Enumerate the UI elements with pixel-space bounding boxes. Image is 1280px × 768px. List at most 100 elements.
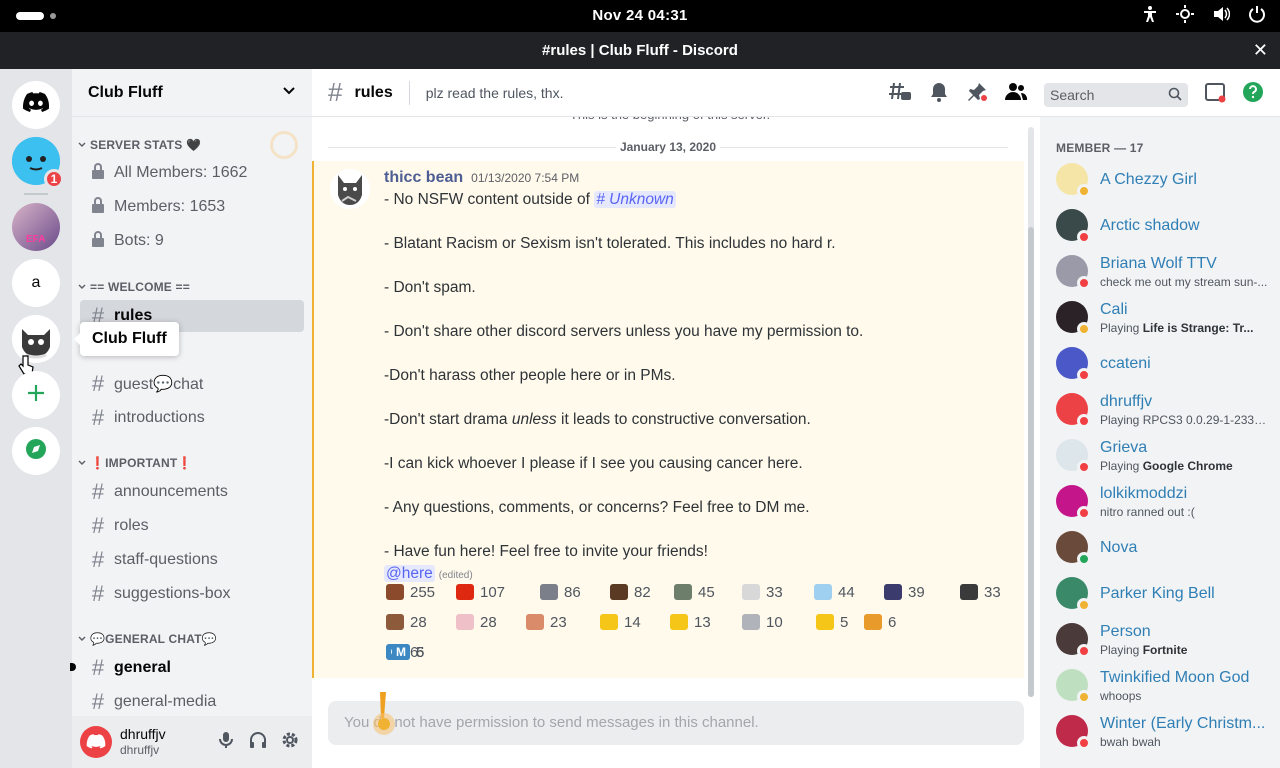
- author-avatar[interactable]: [330, 169, 370, 209]
- member-item[interactable]: Twinkified Moon God whoops: [1056, 669, 1276, 709]
- microphone-icon[interactable]: [216, 730, 236, 755]
- server-a[interactable]: a: [12, 259, 60, 307]
- member-item[interactable]: Winter (Early Christm... bwah bwah: [1056, 715, 1276, 755]
- power-icon[interactable]: [1248, 5, 1266, 23]
- emoji-icon: M: [392, 644, 410, 660]
- lock-icon: [90, 230, 106, 252]
- reaction-button[interactable]: 10: [736, 609, 789, 635]
- settings-gear-icon[interactable]: [280, 730, 300, 755]
- channel-announcements[interactable]: # announcements: [80, 476, 304, 508]
- status-dnd-icon: [1077, 506, 1091, 520]
- reaction-button[interactable]: 23: [520, 609, 573, 635]
- reaction-button[interactable]: 14: [594, 609, 647, 635]
- channel-all-members[interactable]: All Members: 1662: [80, 157, 304, 189]
- channel-label: Bots: 9: [114, 232, 164, 249]
- unread-channel-indicator: [70, 663, 76, 671]
- member-item[interactable]: Briana Wolf TTV check me out my stream su…: [1056, 255, 1276, 295]
- brightness-icon[interactable]: [1176, 5, 1194, 23]
- member-item[interactable]: Person Playing Fortnite: [1056, 623, 1276, 663]
- category-general-chat[interactable]: 💬GENERAL CHAT💬: [78, 632, 217, 646]
- channel-general[interactable]: # general: [80, 652, 304, 684]
- reaction-button[interactable]: 255: [380, 579, 441, 605]
- reaction-button[interactable]: 86: [534, 579, 587, 605]
- reaction-button[interactable]: 6: [858, 609, 902, 635]
- channel-general-media[interactable]: # general-media: [80, 686, 304, 718]
- channel-introductions[interactable]: # introductions: [80, 402, 304, 434]
- reaction-button[interactable]: 33: [954, 579, 1007, 605]
- guild-header[interactable]: Club Fluff: [72, 69, 312, 117]
- member-activity: nitro ranned out :(: [1100, 505, 1195, 519]
- member-item[interactable]: Parker King Bell: [1056, 577, 1276, 617]
- reaction-button[interactable]: 82: [604, 579, 657, 605]
- member-item[interactable]: dhruffjv Playing RPCS3 0.0.29-1-2331...: [1056, 393, 1276, 433]
- threads-icon[interactable]: [888, 81, 912, 108]
- category-important[interactable]: ❗IMPORTANT❗: [78, 456, 193, 470]
- channel-bots[interactable]: Bots: 9: [80, 225, 304, 257]
- member-name: dhruffjv: [1100, 393, 1153, 410]
- discord-home-button[interactable]: [12, 81, 60, 129]
- chevron-down-icon: [282, 83, 296, 102]
- category-label: SERVER STATS 🖤: [90, 138, 202, 152]
- channel-roles[interactable]: # roles: [80, 510, 304, 542]
- search-icon: [1168, 87, 1182, 104]
- chat-scrollbar-thumb[interactable]: [1028, 227, 1034, 697]
- status-idle-icon: [1077, 184, 1091, 198]
- reaction-button[interactable]: 5: [810, 609, 854, 635]
- reaction-button[interactable]: M5: [386, 639, 430, 665]
- reaction-button[interactable]: 33: [736, 579, 789, 605]
- system-clock[interactable]: Nov 24 04:31: [0, 7, 1280, 24]
- system-tray[interactable]: [1142, 5, 1266, 23]
- channel-staff-questions[interactable]: # staff-questions: [80, 544, 304, 576]
- reaction-button[interactable]: 28: [450, 609, 503, 635]
- category-welcome[interactable]: == WELCOME ==: [78, 280, 190, 294]
- member-item[interactable]: Nova: [1056, 531, 1276, 571]
- add-server-button[interactable]: [12, 371, 60, 419]
- pinned-messages-icon[interactable]: [966, 81, 988, 108]
- message-composer[interactable]: You do not have permission to send messa…: [328, 701, 1024, 745]
- member-name: Arctic shadow: [1100, 217, 1200, 234]
- inbox-icon[interactable]: [1204, 81, 1226, 108]
- reaction-button[interactable]: 39: [878, 579, 931, 605]
- message-text: it leads to constructive conversation.: [556, 411, 811, 428]
- emoji-icon: [526, 614, 544, 630]
- direct-message-avatar[interactable]: 1: [12, 137, 64, 189]
- message-timestamp[interactable]: 01/13/2020 7:54 PM: [471, 171, 579, 185]
- window-close-button[interactable]: ✕: [1253, 40, 1268, 61]
- channel-guest-chat[interactable]: # guest💬chat: [80, 368, 304, 400]
- discord-logo-icon: [86, 734, 106, 749]
- headphones-icon[interactable]: [248, 730, 268, 755]
- member-item[interactable]: Arctic shadow: [1056, 209, 1276, 249]
- reaction-button[interactable]: 13: [664, 609, 717, 635]
- channel-mention[interactable]: # Unknown: [594, 191, 676, 208]
- channel-topic[interactable]: plz read the rules, thx.: [426, 85, 564, 101]
- message-author[interactable]: thicc bean: [384, 169, 463, 187]
- server-list: 1 EFA a: [0, 69, 72, 768]
- reaction-count: 255: [410, 583, 436, 601]
- reaction-button[interactable]: 45: [668, 579, 721, 605]
- activity-game: Google Chrome: [1142, 459, 1233, 473]
- member-item[interactable]: lolkikmoddzi nitro ranned out :(: [1056, 485, 1276, 525]
- reaction-button[interactable]: 107: [450, 579, 511, 605]
- channel-members[interactable]: Members: 1653: [80, 191, 304, 223]
- reaction-button[interactable]: 44: [808, 579, 861, 605]
- volume-icon[interactable]: [1212, 5, 1230, 23]
- member-list-icon[interactable]: [1004, 81, 1028, 108]
- hashtag-icon: #: [91, 479, 105, 504]
- member-item[interactable]: Cali Playing Life is Strange: Tr...: [1056, 301, 1276, 341]
- category-server-stats[interactable]: SERVER STATS 🖤: [78, 138, 201, 152]
- notification-bell-icon[interactable]: [928, 81, 950, 108]
- server-efa[interactable]: EFA: [12, 203, 60, 251]
- reaction-button[interactable]: 28: [380, 609, 433, 635]
- hashtag-icon: #: [91, 405, 105, 430]
- accessibility-icon[interactable]: [1142, 5, 1158, 23]
- explore-servers-button[interactable]: [12, 427, 60, 475]
- member-item[interactable]: Grieva Playing Google Chrome: [1056, 439, 1276, 479]
- help-icon[interactable]: [1242, 81, 1264, 108]
- user-avatar[interactable]: [80, 726, 112, 758]
- date-divider-label: January 13, 2020: [615, 140, 721, 154]
- header-divider: [408, 80, 410, 105]
- member-item[interactable]: ccateni: [1056, 347, 1276, 387]
- search-input[interactable]: Search: [1044, 82, 1188, 107]
- member-item[interactable]: A Chezzy Girl: [1056, 163, 1276, 203]
- channel-suggestions-box[interactable]: # suggestions-box: [80, 578, 304, 610]
